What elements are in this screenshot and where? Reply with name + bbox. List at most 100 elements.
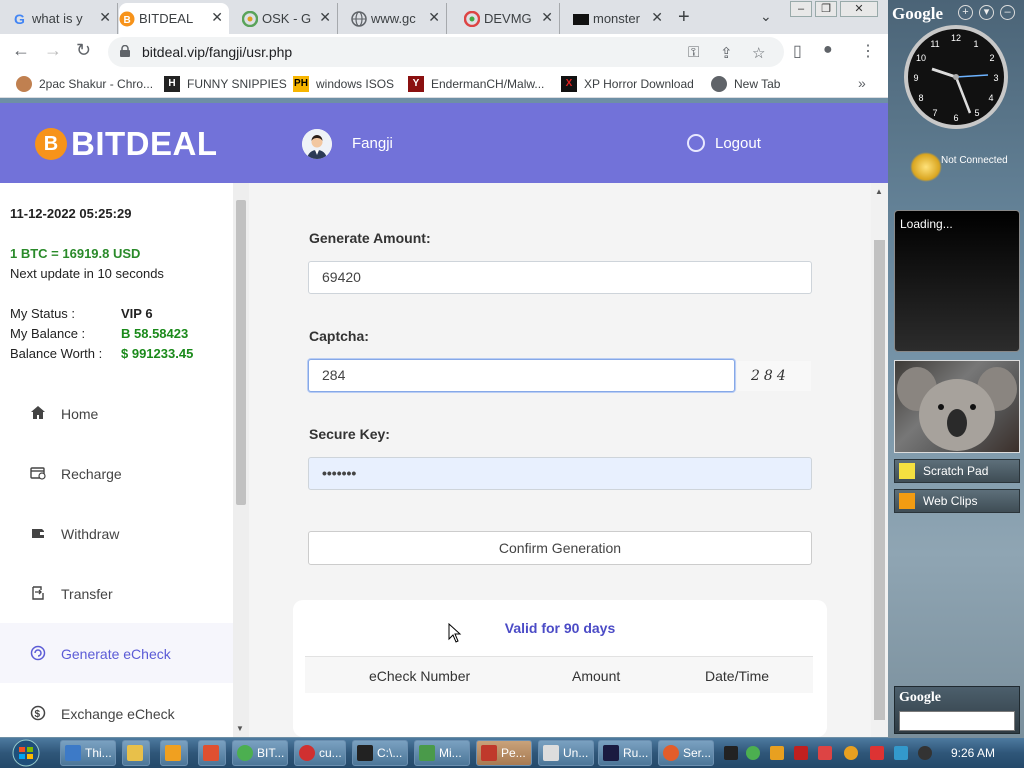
photo-gadget-koala[interactable] (894, 360, 1020, 453)
taskbar-item-pe[interactable]: Pe... (476, 740, 532, 766)
avatar[interactable] (302, 129, 332, 159)
tray-app-icon[interactable] (724, 746, 738, 760)
sidebar-item-recharge[interactable]: Recharge (0, 443, 233, 503)
tray-app-icon[interactable] (794, 746, 808, 760)
bookmark-label: FUNNY SNIPPIES (187, 77, 287, 91)
address-bar[interactable]: bitdeal.vip/fangji/usr.php ⚿ ⇪ ☆ (108, 37, 784, 67)
taskbar-item-ru[interactable]: Ru... (598, 740, 652, 766)
web-clips-label: Web Clips (923, 494, 978, 508)
sidebar-item-exchange-echeck[interactable]: $ Exchange eCheck (0, 683, 233, 737)
new-tab-icon[interactable]: + (678, 6, 690, 29)
taskbar-item-mi[interactable]: Mi... (414, 740, 470, 766)
sidebar-scroll-thumb[interactable] (236, 200, 246, 505)
bitdeal-logo[interactable]: B BITDEAL (35, 125, 218, 163)
captcha-input[interactable]: 284 (308, 359, 735, 392)
minimize-icon[interactable]: – (790, 1, 812, 17)
sidebar-item-withdraw[interactable]: Withdraw (0, 503, 233, 563)
reload-icon[interactable]: ↻ (76, 40, 91, 61)
svg-text:5: 5 (974, 108, 979, 118)
page-scroll-thumb[interactable] (874, 240, 885, 720)
tray-volume-icon[interactable] (918, 746, 932, 760)
tray-chrome-icon[interactable] (746, 746, 760, 760)
user-circle-icon[interactable] (687, 134, 705, 152)
taskbar-item-un[interactable]: Un... (538, 740, 594, 766)
taskbar-item-media[interactable] (160, 740, 188, 766)
sidebar-item-generate-echeck[interactable]: Generate eCheck (0, 623, 233, 683)
close-tab-icon[interactable]: ✕ (428, 9, 440, 26)
taskbar-item-7zip[interactable]: C:\... (352, 740, 408, 766)
taskbar-item-folder[interactable] (122, 740, 150, 766)
news-feed-gadget[interactable]: Loading... (894, 210, 1020, 352)
scratch-pad-gadget[interactable]: Scratch Pad (894, 459, 1020, 483)
bookmark-xp-horror[interactable]: X XP Horror Download (561, 76, 694, 92)
bookmark-endermanch[interactable]: Y EndermanCH/Malw... (408, 76, 544, 92)
desktop-gadget-sidebar: Google + ▾ – 12 1 2 345 678 9 10 11 Not Conn… (888, 0, 1024, 738)
close-tab-icon[interactable]: ✕ (319, 9, 331, 26)
taskbar-item-ser[interactable]: Ser... (658, 740, 714, 766)
sidebar-item-home[interactable]: Home (0, 383, 233, 443)
tray-network-icon[interactable] (894, 746, 908, 760)
web-clips-gadget[interactable]: Web Clips (894, 489, 1020, 513)
restore-icon[interactable]: ❐ (815, 1, 837, 17)
sidebar-scroll-down-icon[interactable]: ▼ (236, 724, 244, 733)
btc-rate: 1 BTC = 16919.8 USD (10, 246, 141, 261)
share-icon[interactable]: ⇪ (720, 44, 733, 62)
exchange-icon: $ (30, 705, 46, 721)
taskbar-item-thi[interactable]: Thi... (60, 740, 116, 766)
google-icon: G (12, 11, 28, 27)
svg-text:2: 2 (989, 53, 994, 63)
tab-osk[interactable]: OSK - G ✕ (241, 3, 338, 34)
amount-input[interactable]: 69420 (308, 261, 812, 294)
col-echeck-number: eCheck Number (369, 668, 471, 684)
back-icon[interactable]: ← (12, 40, 30, 61)
close-tab-icon[interactable]: ✕ (211, 9, 223, 26)
bookmark-new-tab[interactable]: New Tab (711, 76, 780, 92)
svg-text:1: 1 (973, 39, 978, 49)
clock-face-icon: 1212 345 678 91011 (913, 33, 998, 123)
key-icon[interactable]: ⚿ (688, 44, 699, 61)
tab-google-search[interactable]: G what is y ✕ (12, 3, 118, 34)
bookmark-windows-isos[interactable]: PH windows ISOS (293, 76, 394, 92)
sidebar-item-transfer[interactable]: Transfer (0, 563, 233, 623)
tray-app-icon[interactable] (818, 746, 832, 760)
more-bookmarks-icon[interactable]: » (858, 75, 866, 91)
close-tab-icon[interactable]: ✕ (651, 9, 663, 26)
taskbar-item-cu[interactable]: cu... (294, 740, 346, 766)
logout-link[interactable]: Logout (715, 135, 761, 152)
menu-dots-icon[interactable]: ⋮ (860, 41, 876, 61)
tab-bitdeal[interactable]: B BITDEAL ✕ (119, 3, 229, 34)
tab-search-icon[interactable]: ⌄ (760, 8, 772, 25)
bookmark-label: XP Horror Download (584, 77, 694, 91)
add-gadget-icon[interactable]: + (958, 5, 973, 20)
tab-gc[interactable]: www.gc ✕ (351, 3, 447, 34)
close-tab-icon[interactable]: ✕ (99, 9, 111, 26)
col-amount: Amount (572, 668, 621, 684)
bookmark-funny-snippies[interactable]: H FUNNY SNIPPIES (164, 76, 287, 92)
scroll-up-icon[interactable]: ▲ (875, 187, 883, 196)
tab-devmgr[interactable]: DEVMG ✕ (463, 3, 560, 34)
svg-text:12: 12 (951, 33, 961, 43)
taskbar-item-chrome[interactable]: BIT... (232, 740, 288, 766)
bookmark-2pac[interactable]: 2pac Shakur - Chro... (16, 76, 153, 92)
tray-search-icon[interactable] (844, 746, 858, 760)
gadget-menu-icon[interactable]: ▾ (979, 5, 994, 20)
secure-key-input[interactable]: ••••••• (308, 457, 812, 490)
google-search-input[interactable] (899, 711, 1015, 731)
tray-flag-icon[interactable] (870, 746, 884, 760)
tab-monster[interactable]: monster ✕ (573, 3, 669, 34)
forward-icon[interactable]: → (44, 40, 62, 61)
profile-icon[interactable]: ● (823, 41, 833, 59)
windows-start-icon[interactable] (8, 738, 44, 768)
menu-label: Generate eCheck (61, 646, 171, 662)
captcha-label: Captcha: (309, 328, 369, 344)
taskbar-clock[interactable]: 9:26 AM (951, 746, 995, 760)
taskbar-item-app[interactable] (198, 740, 226, 766)
recharge-icon (30, 467, 46, 480)
tray-app-icon[interactable] (770, 746, 784, 760)
close-tab-icon[interactable]: ✕ (541, 9, 553, 26)
star-icon[interactable]: ☆ (752, 44, 765, 62)
side-panel-icon[interactable]: ▯ (793, 41, 802, 61)
gadget-close-icon[interactable]: – (1000, 5, 1015, 20)
close-window-icon[interactable]: ✕ (840, 1, 878, 17)
confirm-generation-button[interactable]: Confirm Generation (308, 531, 812, 565)
